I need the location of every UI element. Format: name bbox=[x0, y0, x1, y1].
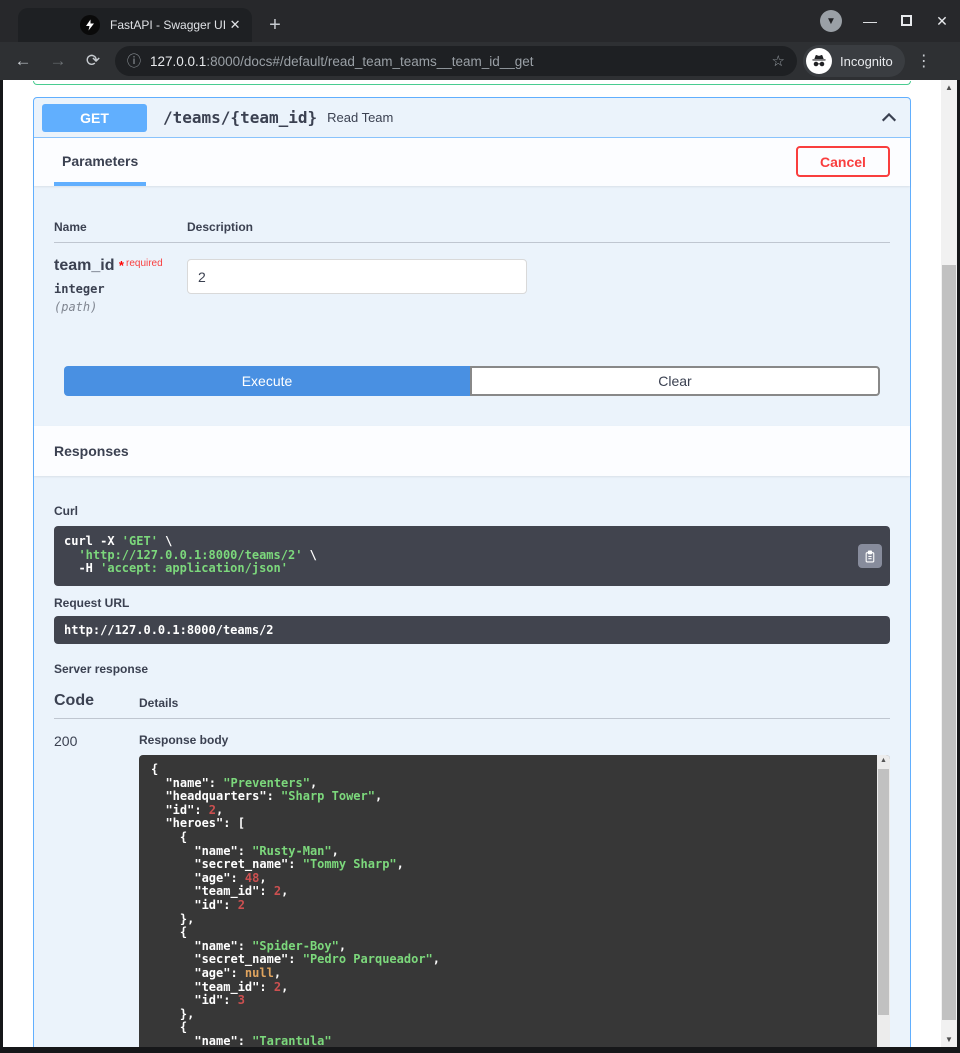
minimize-icon[interactable]: — bbox=[862, 13, 878, 29]
column-header-description: Description bbox=[187, 220, 253, 234]
method-badge: GET bbox=[42, 104, 147, 132]
clear-button[interactable]: Clear bbox=[470, 366, 880, 396]
bookmark-star-icon[interactable]: ☆ bbox=[772, 52, 785, 70]
endpoint-summary: Read Team bbox=[327, 110, 393, 125]
status-code: 200 bbox=[54, 733, 139, 1047]
parameters-table: Name Description team_id *required integ… bbox=[34, 186, 910, 314]
new-tab-button[interactable]: + bbox=[262, 12, 288, 38]
browser-toolbar: ← → ⟳ ⓘ 127.0.0.1:8000/docs#/default/rea… bbox=[0, 42, 960, 80]
execute-button[interactable]: Execute bbox=[64, 366, 470, 396]
request-url-block: http://127.0.0.1:8000/teams/2 bbox=[54, 616, 890, 644]
maximize-icon[interactable] bbox=[898, 13, 914, 29]
url-text: 127.0.0.1:8000/docs#/default/read_team_t… bbox=[150, 54, 764, 69]
window-controls: ▼ — ✕ bbox=[820, 0, 950, 42]
required-asterisk: * bbox=[119, 258, 124, 273]
reload-icon[interactable]: ⟳ bbox=[81, 51, 105, 71]
back-icon[interactable]: ← bbox=[11, 51, 35, 71]
curl-command: curl -X 'GET' \ 'http://127.0.0.1:8000/t… bbox=[54, 526, 890, 586]
browser-scrollbar[interactable]: ▲ ▼ bbox=[941, 80, 957, 1047]
required-label: required bbox=[126, 258, 163, 269]
column-header-code: Code bbox=[54, 692, 139, 710]
curl-label: Curl bbox=[54, 504, 890, 518]
server-response-label: Server response bbox=[54, 662, 890, 676]
parameter-location: (path) bbox=[54, 300, 187, 314]
tab-parameters[interactable]: Parameters bbox=[54, 140, 146, 186]
endpoint-path: /teams/{team_id} bbox=[163, 108, 317, 127]
opblock-get-team: GET /teams/{team_id} Read Team Parameter… bbox=[33, 97, 911, 1047]
response-json: { "name": "Preventers", "headquarters": … bbox=[151, 763, 870, 1047]
response-body-label: Response body bbox=[139, 733, 890, 747]
page-scroll-down-icon[interactable]: ▼ bbox=[941, 1035, 957, 1044]
swagger-page: GET /teams/{team_id} Read Team Parameter… bbox=[3, 80, 957, 1047]
responses-body: Curl curl -X 'GET' \ 'http://127.0.0.1:8… bbox=[34, 476, 910, 1047]
responses-title: Responses bbox=[54, 443, 129, 459]
incognito-label: Incognito bbox=[840, 54, 893, 69]
parameter-type: integer bbox=[54, 282, 187, 296]
copy-to-clipboard-icon[interactable] bbox=[858, 544, 882, 568]
response-row: 200 Response body { "name": "Preventers"… bbox=[54, 719, 890, 1047]
fastapi-favicon-icon bbox=[80, 15, 100, 35]
browser-window: FastAPI - Swagger UI ✕ + ▼ — ✕ ← → ⟳ ⓘ 1… bbox=[0, 0, 960, 1053]
team-id-input[interactable] bbox=[187, 259, 527, 294]
parameters-section-header: Parameters Cancel bbox=[34, 138, 910, 186]
browser-menu-icon[interactable]: ⋮ bbox=[914, 51, 934, 71]
request-url-label: Request URL bbox=[54, 596, 890, 610]
scroll-up-icon[interactable]: ▲ bbox=[877, 757, 890, 764]
incognito-badge: Incognito bbox=[803, 45, 905, 77]
curl-code: curl -X 'GET' \ 'http://127.0.0.1:8000/t… bbox=[64, 535, 850, 576]
column-header-details: Details bbox=[139, 696, 178, 710]
close-icon[interactable]: ✕ bbox=[934, 13, 950, 30]
incognito-icon bbox=[806, 48, 832, 74]
responses-section-header: Responses bbox=[34, 426, 910, 476]
parameter-row: team_id *required integer (path) bbox=[54, 243, 890, 314]
cancel-button[interactable]: Cancel bbox=[796, 146, 890, 177]
execute-wrapper: Execute Clear bbox=[64, 366, 880, 396]
column-header-name: Name bbox=[54, 220, 187, 234]
response-body-block: { "name": "Preventers", "headquarters": … bbox=[139, 755, 890, 1047]
window-menu-icon[interactable]: ▼ bbox=[820, 10, 842, 32]
url-bar[interactable]: ⓘ 127.0.0.1:8000/docs#/default/read_team… bbox=[115, 46, 797, 76]
tab-title: FastAPI - Swagger UI bbox=[110, 18, 226, 32]
site-info-icon[interactable]: ⓘ bbox=[127, 51, 141, 71]
page-scroll-up-icon[interactable]: ▲ bbox=[941, 83, 957, 92]
titlebar: FastAPI - Swagger UI ✕ + ▼ — ✕ bbox=[0, 0, 960, 42]
response-table-header: Code Details bbox=[54, 692, 890, 719]
request-url-value: http://127.0.0.1:8000/teams/2 bbox=[64, 623, 274, 637]
opblock-header[interactable]: GET /teams/{team_id} Read Team bbox=[34, 98, 910, 138]
response-scrollbar-thumb[interactable] bbox=[878, 769, 889, 1015]
previous-opblock-edge bbox=[33, 81, 911, 85]
tab-close-icon[interactable]: ✕ bbox=[226, 16, 244, 34]
collapse-chevron-icon[interactable] bbox=[880, 109, 898, 127]
parameter-name: team_id *required bbox=[54, 257, 187, 275]
forward-icon[interactable]: → bbox=[46, 51, 70, 71]
response-scrollbar[interactable]: ▲ bbox=[877, 755, 890, 1047]
browser-scrollbar-thumb[interactable] bbox=[942, 265, 956, 1020]
browser-tab[interactable]: FastAPI - Swagger UI ✕ bbox=[18, 8, 252, 42]
